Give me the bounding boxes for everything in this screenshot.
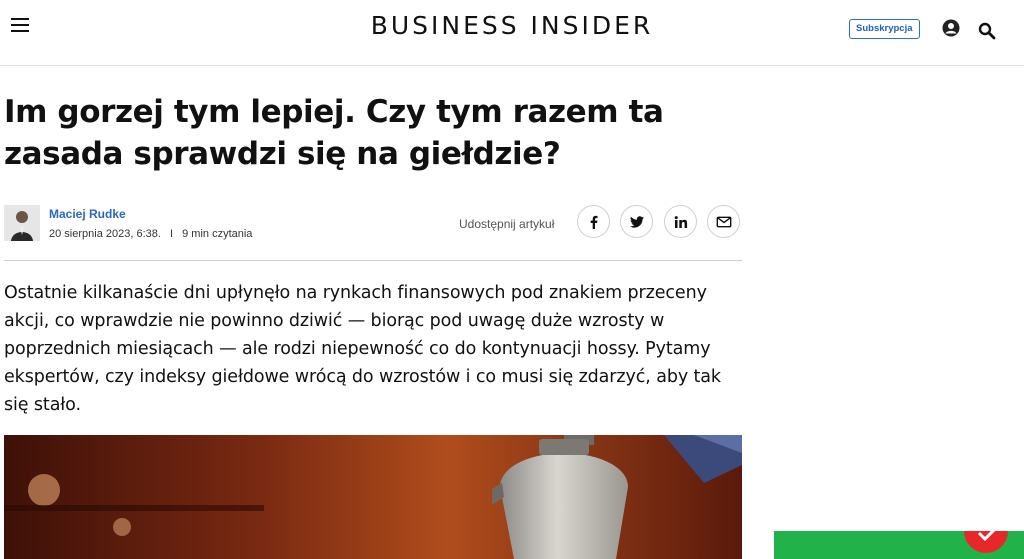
meta-separator: I	[169, 228, 174, 240]
article-title: Im gorzej tym lepiej. Czy tym razem ta z…	[4, 94, 664, 172]
user-icon[interactable]	[942, 19, 960, 37]
read-time: 9 min czytania	[182, 228, 253, 240]
mail-icon	[716, 216, 731, 227]
facebook-icon	[590, 215, 597, 229]
share-twitter-button[interactable]	[620, 205, 653, 238]
twitter-icon	[629, 215, 644, 228]
article-meta: 20 sierpnia 2023, 6:38. I 9 min czytania	[49, 228, 252, 240]
linkedin-icon	[674, 215, 687, 228]
advertisement-banner[interactable]	[774, 531, 1024, 559]
share-mail-button[interactable]	[707, 205, 740, 238]
site-header: BUSINESS INSIDER Subskrypcja	[0, 0, 1024, 66]
author-avatar[interactable]	[4, 205, 40, 241]
article-lead: Ostatnie kilkanaście dni upłynęło na ryn…	[4, 283, 721, 415]
author-name-link[interactable]: Maciej Rudke	[49, 207, 126, 221]
publish-date: 20 sierpnia 2023, 6:38.	[49, 228, 161, 240]
meta-divider	[4, 260, 742, 261]
search-icon[interactable]	[978, 22, 996, 40]
share-linkedin-button[interactable]	[664, 205, 697, 238]
brand-name[interactable]: BUSINESS INSIDER	[371, 11, 654, 40]
share-facebook-button[interactable]	[577, 205, 610, 238]
subscribe-button[interactable]: Subskrypcja	[849, 19, 920, 39]
share-label: Udostępnij artykuł	[459, 217, 555, 231]
article-hero-image	[4, 435, 742, 559]
